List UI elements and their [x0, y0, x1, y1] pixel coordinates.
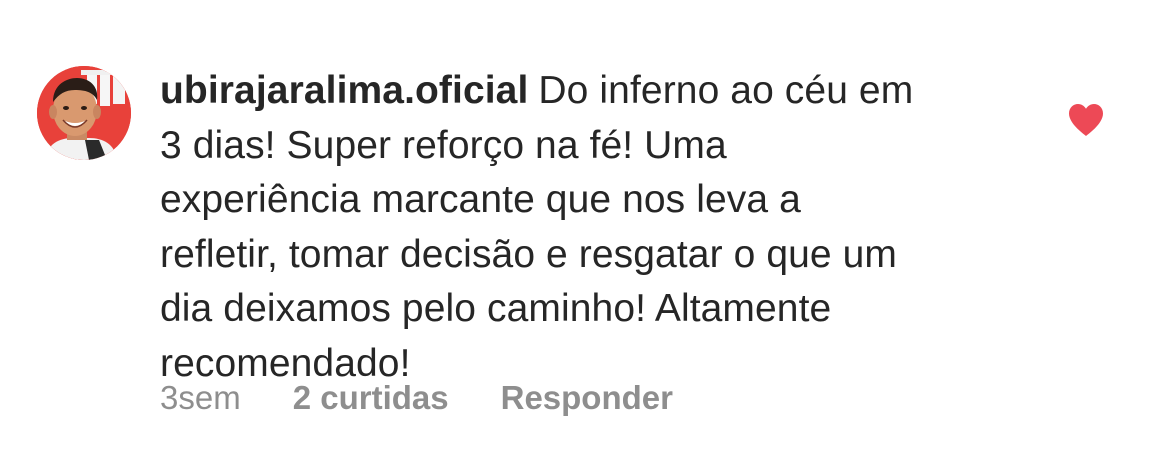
profile-photo-icon: [37, 66, 131, 160]
comment-text-line: 3 dias! Super reforço na fé! Uma: [160, 123, 727, 167]
comment-timestamp: 3sem: [160, 379, 241, 416]
likes-count-link[interactable]: 2 curtidas: [293, 379, 449, 417]
comment-text-line: Do inferno ao céu em: [538, 69, 914, 112]
comment: ubirajaralima.oficial Do inferno ao céu e…: [0, 0, 1170, 453]
avatar[interactable]: [37, 66, 131, 160]
reply-button[interactable]: Responder: [501, 379, 673, 417]
comment-text-line: refletir, tomar decisão e resgatar o que…: [160, 232, 897, 276]
like-button[interactable]: [1067, 102, 1105, 138]
username-link[interactable]: ubirajaralima.oficial: [160, 69, 528, 112]
heart-filled-icon: [1069, 104, 1103, 136]
comment-line-1: ubirajaralima.oficial Do inferno ao céu e…: [160, 64, 1000, 119]
comment-text-line: dia deixamos pelo caminho! Altamente: [160, 287, 832, 330]
comment-text-block: ubirajaralima.oficial Do inferno ao céu e…: [160, 64, 1000, 391]
comment-text-line: experiência marcante que nos leva a: [160, 178, 801, 221]
comment-meta: 3sem 2 curtidas Responder: [160, 376, 673, 420]
